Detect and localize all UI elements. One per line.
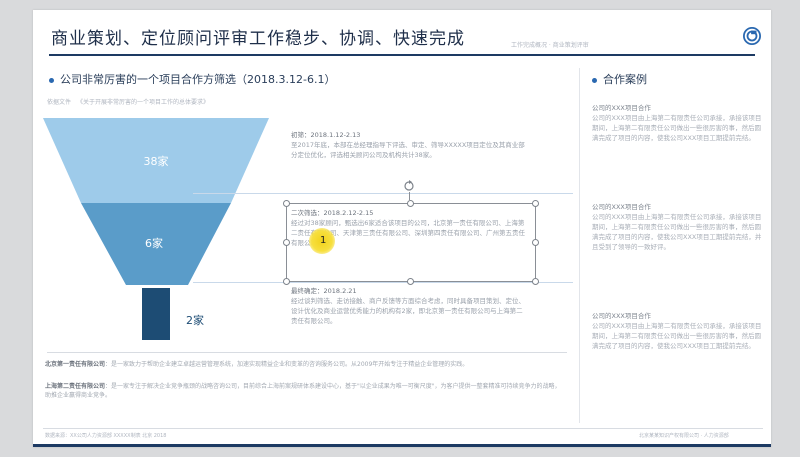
- case-text: 公司的XXX项目由上海第二有限责任公司承接，承接该项目期间，上海第二有限责任公司…: [592, 322, 762, 350]
- funnel-tier-2-label: 6家: [145, 236, 163, 250]
- stage-text: 至2017年底，本部在总经理指导下评选、审定、筛导XXXXX项目定位及其商业部分…: [291, 141, 525, 159]
- basis-label: 依据文件: [47, 99, 72, 106]
- rotate-handle-icon[interactable]: [403, 180, 415, 192]
- basis-document: 依据文件 《关于开展非常厉害的一个项目工作的总体要求》: [47, 97, 215, 106]
- resize-handle-s[interactable]: [407, 278, 414, 285]
- company-text: ：是一家专注于解决企业竞争瓶颈的战略咨询公司，目前综合上海前案规研体系建设中心，…: [45, 383, 561, 399]
- case-title: 公司的XXX项目合作: [592, 104, 651, 112]
- case-title: 公司的XXX项目合作: [592, 312, 651, 320]
- section-heading-text: 合作案例: [603, 73, 647, 86]
- section-heading-selection: 公司非常厉害的一个项目合作方筛选（2018.3.12-6.1）: [49, 71, 335, 87]
- resize-handle-nw[interactable]: [283, 200, 290, 207]
- page-subtitle: 工作完成概况 · 商业策划评审: [511, 42, 589, 49]
- basis-text: 《关于开展非常厉害的一个项目工作的总体要求》: [77, 99, 210, 106]
- funnel-tier-3-label: 2家: [186, 313, 204, 327]
- footer-divider: [43, 428, 763, 429]
- company-divider: [47, 352, 567, 353]
- resize-handle-ne[interactable]: [532, 200, 539, 207]
- company-name: 北京第一责任有限公司: [45, 361, 106, 368]
- company-text: ：是一家致力于帮助企业建立卓越运营管理系统，加速实现精益企业和变革的咨询服务公司…: [105, 361, 469, 368]
- stage-separator: [193, 193, 573, 194]
- funnel-tier-3[interactable]: [142, 288, 170, 340]
- rotate-handle-stem: [409, 192, 410, 200]
- company-name: 上海第二责任有限公司: [45, 383, 106, 390]
- case-item-1: 公司的XXX项目合作 公司的XXX项目由上海第二有限责任公司承接，承接该项目期间…: [592, 103, 764, 143]
- stage-title: 初筛：2018.1.12-2.13: [291, 131, 361, 139]
- resize-handle-e[interactable]: [532, 239, 539, 246]
- resize-handle-w[interactable]: [283, 239, 290, 246]
- bullet-dot: [592, 77, 597, 83]
- stage-text: 经过谈判筛选、走访接触、商户反馈等方面综合考虑，同时具备项目策划、定位、设计优化…: [291, 297, 525, 325]
- funnel-tier-1-label: 38家: [144, 154, 169, 168]
- stage-title: 最终确定：2018.2.21: [291, 287, 357, 295]
- stage-final: 最终确定：2018.2.21 经过谈判筛选、走访接触、商户反馈等方面综合考虑，同…: [291, 286, 529, 326]
- resize-handle-n[interactable]: [407, 200, 414, 207]
- resize-handle-se[interactable]: [532, 278, 539, 285]
- case-item-2: 公司的XXX项目合作 公司的XXX项目由上海第二有限责任公司承接，承接该项目期间…: [592, 202, 764, 252]
- footer-company: 北京某某知识产权有限公司 · 人力资源部: [639, 433, 729, 439]
- slide-bottom-bar: [33, 444, 771, 447]
- company-description-1: 北京第一责任有限公司：是一家致力于帮助企业建立卓越运营管理系统，加速实现精益企业…: [45, 360, 565, 369]
- company-logo-icon: [743, 27, 761, 45]
- title-underline: [49, 54, 755, 56]
- case-title: 公司的XXX项目合作: [592, 203, 651, 211]
- slide: 商业策划、定位顾问评审工作稳步、协调、快速完成 工作完成概况 · 商业策划评审 …: [33, 10, 771, 447]
- case-text: 公司的XXX项目由上海第二有限责任公司承接，承接该项目期间，上海第二有限责任公司…: [592, 213, 762, 251]
- footer-source: 数据来源：XX公司人力资源部 XXXXX制表 北京 2018: [45, 433, 167, 439]
- bullet-dot: [49, 77, 54, 83]
- section-heading-text: 公司非常厉害的一个项目合作方筛选（2018.3.12-6.1）: [60, 73, 336, 86]
- case-text: 公司的XXX项目由上海第二有限责任公司承接，承接该项目期间，上海第二有限责任公司…: [592, 114, 762, 142]
- stage-separator: [193, 282, 573, 283]
- company-description-2: 上海第二责任有限公司：是一家专注于解决企业竞争瓶颈的战略咨询公司，目前综合上海前…: [45, 382, 565, 400]
- funnel-chart[interactable]: 38家 6家 2家: [43, 118, 273, 340]
- case-item-3: 公司的XXX项目合作 公司的XXX项目由上海第二有限责任公司承接，承接该项目期间…: [592, 311, 764, 351]
- section-heading-cases: 合作案例: [592, 71, 647, 87]
- stage-initial: 初筛：2018.1.12-2.13 至2017年底，本部在总经理指导下评选、审定…: [291, 130, 529, 160]
- column-divider: [579, 68, 580, 423]
- cursor-mark: 1: [320, 235, 327, 246]
- resize-handle-sw[interactable]: [283, 278, 290, 285]
- page-title: 商业策划、定位顾问评审工作稳步、协调、快速完成: [51, 29, 465, 49]
